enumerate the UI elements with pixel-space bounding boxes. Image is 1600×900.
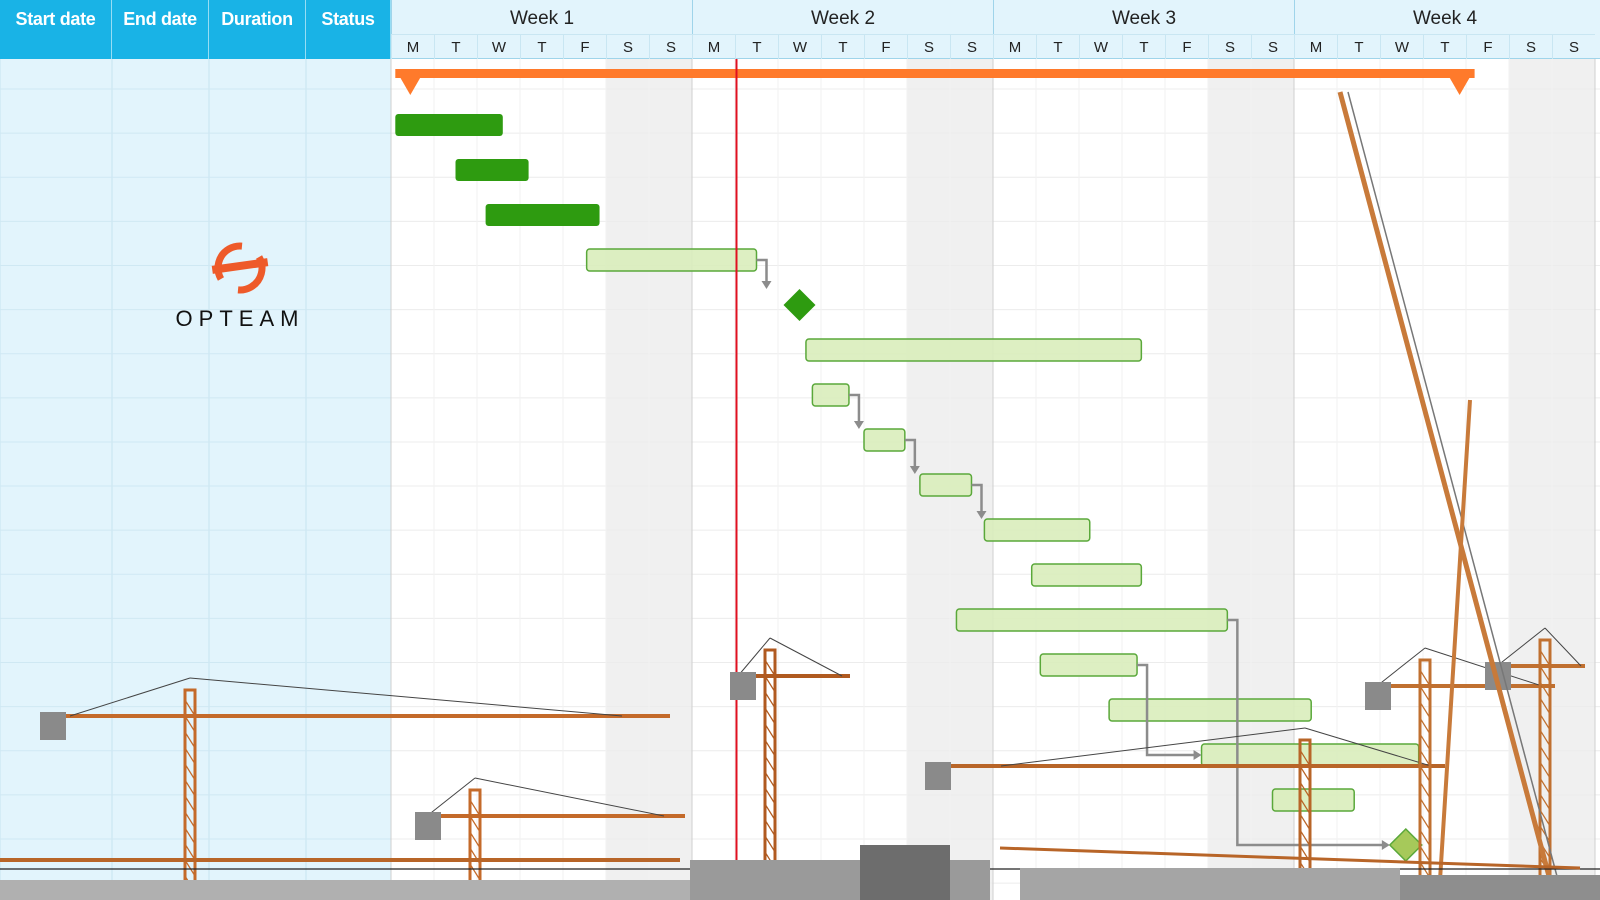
summary-start-marker <box>395 69 426 95</box>
task-bar <box>585 248 758 272</box>
building-silhouette <box>860 845 950 900</box>
crane-counterweight <box>730 672 756 700</box>
building-silhouette <box>0 880 690 900</box>
crane-cable <box>769 637 843 677</box>
crane-counterweight <box>40 712 66 740</box>
task-bar <box>1108 698 1312 722</box>
task-bar <box>955 608 1229 632</box>
building-silhouette <box>1020 868 1400 900</box>
task-bar <box>395 114 503 136</box>
crane-cable <box>189 677 623 717</box>
building-silhouette <box>1400 875 1600 900</box>
task-bar <box>983 518 1091 542</box>
dependency-arrow <box>1193 750 1202 760</box>
task-bar <box>485 204 600 226</box>
task-bar <box>811 383 850 407</box>
crane-counterweight <box>925 762 951 790</box>
dependency-arrow <box>853 421 864 429</box>
dependency-link <box>848 393 861 425</box>
dependency-arrow <box>1381 840 1390 850</box>
task-bar <box>863 428 906 452</box>
logo-wordmark: OPTEAM <box>175 306 305 331</box>
opteam-logo: OPTEAM <box>150 240 330 340</box>
summary-bar <box>395 69 1475 78</box>
opteam-logo-icon <box>211 242 269 294</box>
milestone <box>1388 827 1423 863</box>
task-bar <box>1039 653 1138 677</box>
task-bar <box>805 338 1143 362</box>
task-bar <box>919 473 973 497</box>
crane-cable <box>69 677 191 717</box>
milestone <box>783 289 816 321</box>
dependency-arrow <box>761 281 772 289</box>
crane-cable <box>1376 647 1426 687</box>
task-bar <box>455 159 529 181</box>
task-bar <box>1271 788 1355 812</box>
crane-counterweight <box>415 812 441 840</box>
crane-counterweight <box>1365 682 1391 710</box>
task-bar <box>1030 563 1143 587</box>
gantt-chart <box>0 59 1600 900</box>
summary-end-marker <box>1444 69 1475 95</box>
